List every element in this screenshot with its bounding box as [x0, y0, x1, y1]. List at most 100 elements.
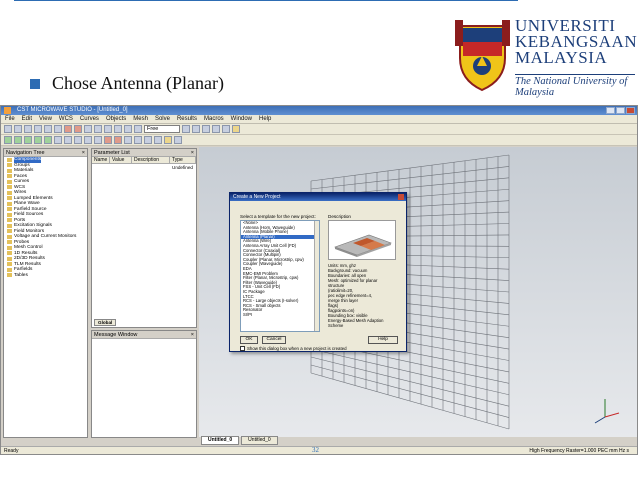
dialog-close-icon[interactable]	[398, 194, 404, 200]
fit-icon[interactable]	[104, 125, 112, 133]
folder-icon	[7, 207, 12, 212]
column-description[interactable]: Description	[132, 157, 170, 163]
bullet-text: Chose Antenna (Planar)	[52, 73, 224, 93]
template-item[interactable]: SI/PI	[241, 312, 319, 318]
boolean-add-icon[interactable]	[74, 136, 82, 144]
folder-icon	[7, 256, 12, 261]
extrude-icon[interactable]	[54, 136, 62, 144]
menu-view[interactable]: View	[39, 116, 52, 122]
mesh-icon[interactable]	[124, 136, 132, 144]
university-tagline: The National University of Malaysia	[515, 74, 635, 98]
port-icon[interactable]	[104, 136, 112, 144]
wcs-icon[interactable]	[134, 125, 142, 133]
pan-icon[interactable]	[94, 125, 102, 133]
close-icon[interactable]: ×	[191, 331, 194, 339]
folder-icon	[7, 179, 12, 184]
open-icon[interactable]	[14, 125, 22, 133]
wire-icon[interactable]	[114, 125, 122, 133]
close-icon[interactable]: ×	[82, 149, 85, 157]
frequency-icon[interactable]	[134, 136, 142, 144]
menu-window[interactable]: Window	[231, 116, 252, 122]
menu-curves[interactable]: Curves	[80, 116, 99, 122]
folder-icon	[7, 267, 12, 272]
menu-macros[interactable]: Macros	[204, 116, 224, 122]
bullet-point: Chose Antenna (Planar)	[30, 73, 224, 94]
folder-icon	[7, 218, 12, 223]
description-line: Scheme	[328, 323, 344, 328]
minimize-button[interactable]	[606, 107, 615, 114]
planar-antenna-preview-icon	[334, 234, 392, 257]
tab-untitled-0[interactable]: Untitled_0	[201, 436, 240, 445]
column-value[interactable]: Value	[110, 157, 132, 163]
menu-help[interactable]: Help	[259, 116, 271, 122]
close-button[interactable]	[626, 107, 635, 114]
boundary-icon[interactable]	[144, 136, 152, 144]
menu-wcs[interactable]: WCS	[59, 116, 73, 122]
close-icon[interactable]: ×	[191, 149, 194, 157]
create-project-dialog: Create a New Project Select a template f…	[229, 192, 407, 352]
tab-untitled-0-second[interactable]: Untitled_0	[241, 436, 278, 445]
folder-icon	[7, 163, 12, 168]
folder-icon	[7, 190, 12, 195]
toolbar-2	[1, 135, 637, 146]
template-list[interactable]: <None> Antenna (Horn, Waveguide) Antenna (…	[240, 220, 320, 332]
tab-global[interactable]: Global	[94, 319, 117, 326]
checkbox-icon[interactable]	[240, 346, 245, 351]
cylinder-icon[interactable]	[24, 136, 32, 144]
monitor-icon[interactable]	[154, 136, 162, 144]
mode-select[interactable]: Free	[144, 125, 180, 133]
new-icon[interactable]	[4, 125, 12, 133]
app-icon	[4, 107, 11, 114]
discrete-port-icon[interactable]	[114, 136, 122, 144]
solver-icon[interactable]	[164, 136, 172, 144]
template-preview	[328, 220, 396, 260]
menu-bar: File Edit View WCS Curves Objects Mesh S…	[1, 115, 637, 124]
university-line-3: MALAYSIA	[515, 48, 608, 67]
tree-item[interactable]: Tables	[4, 273, 87, 279]
help-icon[interactable]	[232, 125, 240, 133]
cancel-button[interactable]: Cancel	[262, 336, 286, 344]
zoom-icon[interactable]	[84, 125, 92, 133]
tree-item-label: Tables	[14, 272, 28, 278]
redo-icon[interactable]	[54, 125, 62, 133]
rotate-icon[interactable]	[74, 125, 82, 133]
pick-icon[interactable]	[64, 125, 72, 133]
boolean-intersect-icon[interactable]	[94, 136, 102, 144]
page-number: 32	[312, 446, 319, 454]
menu-objects[interactable]: Objects	[106, 116, 126, 122]
sphere-icon[interactable]	[14, 136, 22, 144]
cone-icon[interactable]	[34, 136, 42, 144]
help-button[interactable]: Help	[368, 336, 398, 344]
measure-icon[interactable]	[202, 125, 210, 133]
grid-icon[interactable]	[182, 125, 190, 133]
result-icon[interactable]	[174, 136, 182, 144]
undo-icon[interactable]	[44, 125, 52, 133]
menu-results[interactable]: Results	[177, 116, 197, 122]
torus-icon[interactable]	[44, 136, 52, 144]
align-icon[interactable]	[192, 125, 200, 133]
menu-mesh[interactable]: Mesh	[133, 116, 148, 122]
document-tabs: Untitled_0 Untitled_0	[201, 436, 278, 445]
shade-icon[interactable]	[124, 125, 132, 133]
mirror-icon[interactable]	[212, 125, 220, 133]
status-right: High Frequency Raster=1.000 PEC mm Hz s	[529, 448, 629, 454]
column-type[interactable]: Type	[170, 157, 196, 163]
menu-file[interactable]: File	[5, 116, 15, 122]
maximize-button[interactable]	[616, 107, 625, 114]
rotate-body-icon[interactable]	[64, 136, 72, 144]
ok-button[interactable]: OK	[240, 336, 258, 344]
template-scrollbar[interactable]	[314, 221, 319, 331]
column-name[interactable]: Name	[92, 157, 110, 163]
folder-icon	[7, 157, 12, 162]
show-dialog-checkbox[interactable]: Show this dialog box when a new project …	[240, 346, 347, 351]
checkbox-label: Show this dialog box when a new project …	[247, 346, 347, 351]
folder-icon	[7, 229, 12, 234]
menu-edit[interactable]: Edit	[22, 116, 32, 122]
brick-icon[interactable]	[4, 136, 12, 144]
folder-icon	[7, 234, 12, 239]
menu-solve[interactable]: Solve	[155, 116, 170, 122]
save-icon[interactable]	[24, 125, 32, 133]
boolean-subtract-icon[interactable]	[84, 136, 92, 144]
scale-icon[interactable]	[222, 125, 230, 133]
print-icon[interactable]	[34, 125, 42, 133]
